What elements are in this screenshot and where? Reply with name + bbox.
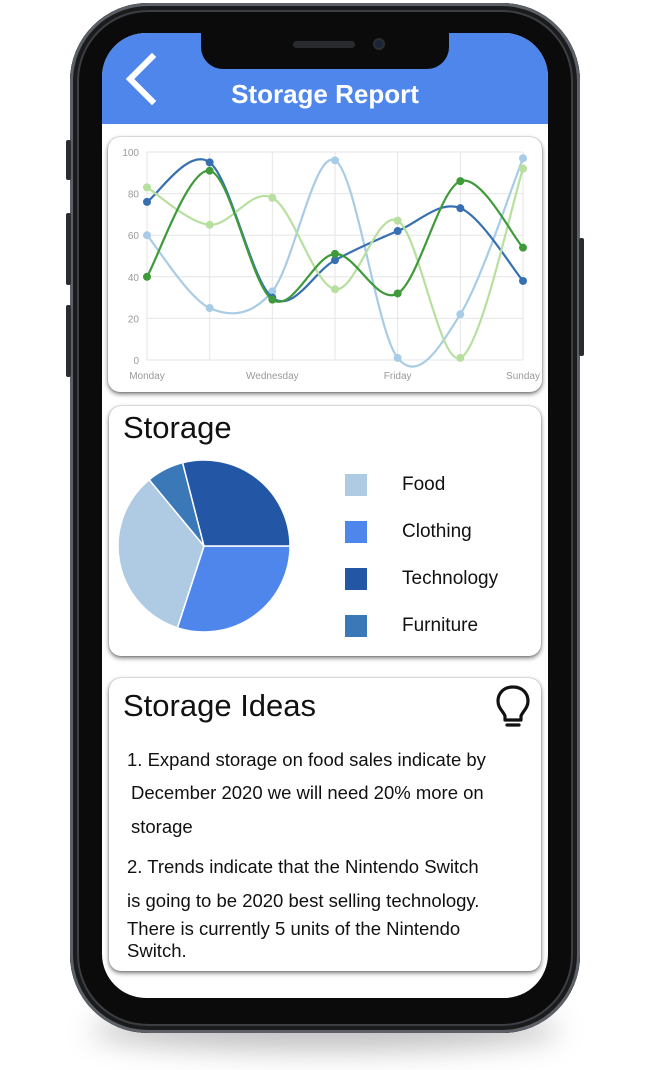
data-point — [519, 164, 527, 173]
data-point — [268, 193, 277, 202]
y-tick-label: 0 — [133, 356, 139, 367]
data-point — [456, 177, 465, 186]
line-chart-card: 0 20 40 60 80 100 Monday Wednesday Friday Sunday — [108, 137, 542, 392]
legend-swatch — [345, 568, 367, 590]
data-point — [331, 156, 339, 165]
legend-label: Clothing — [402, 521, 472, 542]
x-tick-label: Friday — [384, 371, 412, 382]
idea-2-line-1: 2. Trends indicate that the Nintendo Swi… — [127, 856, 479, 877]
x-tick-label: Monday — [129, 371, 165, 382]
data-point — [393, 353, 402, 362]
y-tick-label: 60 — [128, 231, 140, 242]
data-point — [143, 272, 151, 281]
y-tick-label: 20 — [128, 314, 140, 325]
idea-1-line-2: December 2020 we will need 20% more on — [131, 782, 484, 803]
data-point — [143, 231, 151, 240]
data-point — [393, 289, 402, 298]
ideas-title: Storage Ideas — [123, 688, 317, 723]
data-point — [519, 154, 527, 163]
x-tick-label: Wednesday — [246, 371, 299, 382]
legend-item-furniture: Furniture — [345, 615, 535, 639]
y-tick-label: 40 — [128, 273, 140, 284]
volume-down-button — [66, 305, 71, 377]
data-point — [205, 220, 214, 229]
speaker-grille — [293, 41, 355, 48]
line-chart: 0 20 40 60 80 100 Monday Wednesday Friday Sunday — [122, 148, 540, 382]
legend-swatch — [345, 474, 367, 496]
legend-swatch — [345, 521, 367, 543]
legend-label: Food — [402, 474, 446, 495]
legend-swatch — [345, 615, 367, 637]
page-title: Storage Report — [231, 79, 419, 109]
storage-pie-chart — [117, 459, 291, 633]
data-point — [393, 216, 402, 225]
data-point — [268, 295, 277, 304]
volume-up-button — [66, 213, 71, 285]
legend-label: Furniture — [402, 615, 479, 636]
idea-2-line-2: is going to be 2020 best selling technol… — [127, 890, 480, 911]
idea-1-line-3: storage — [131, 816, 193, 837]
data-point — [519, 276, 527, 285]
y-tick-label: 100 — [122, 148, 139, 159]
power-button — [579, 238, 584, 356]
storage-card: Storage Food Clothing Technology Furnitu… — [109, 406, 541, 656]
idea-2-line-4: Switch. — [127, 940, 187, 961]
legend-item-clothing: Clothing — [345, 521, 535, 545]
data-point — [205, 304, 214, 312]
data-point — [456, 204, 465, 213]
app-screen: Storage Report 0 20 40 60 80 100 Monday Wednesd… — [102, 33, 548, 998]
front-camera — [373, 38, 385, 50]
idea-2-line-3: There is currently 5 units of the Ninten… — [127, 918, 461, 939]
data-point — [519, 243, 527, 252]
legend-item-food: Food — [345, 474, 535, 498]
storage-title: Storage — [123, 410, 232, 445]
lightbulb-icon — [496, 685, 530, 727]
data-point — [331, 249, 339, 258]
data-point — [205, 166, 214, 175]
legend-label: Technology — [402, 568, 499, 589]
data-point — [331, 285, 339, 294]
data-point — [393, 227, 402, 236]
data-point — [456, 310, 465, 319]
notch — [201, 33, 449, 69]
storage-ideas-card: Storage Ideas 1. Expand storage on food … — [109, 678, 541, 971]
data-point — [205, 158, 214, 167]
legend-item-technology: Technology — [345, 568, 535, 592]
mute-switch — [66, 140, 71, 180]
x-tick-label: Sunday — [506, 371, 540, 382]
data-point — [143, 197, 151, 206]
data-point — [143, 183, 151, 192]
idea-1-line-1: 1. Expand storage on food sales indicate… — [127, 749, 486, 770]
data-point — [456, 353, 465, 362]
y-tick-label: 80 — [128, 190, 140, 201]
